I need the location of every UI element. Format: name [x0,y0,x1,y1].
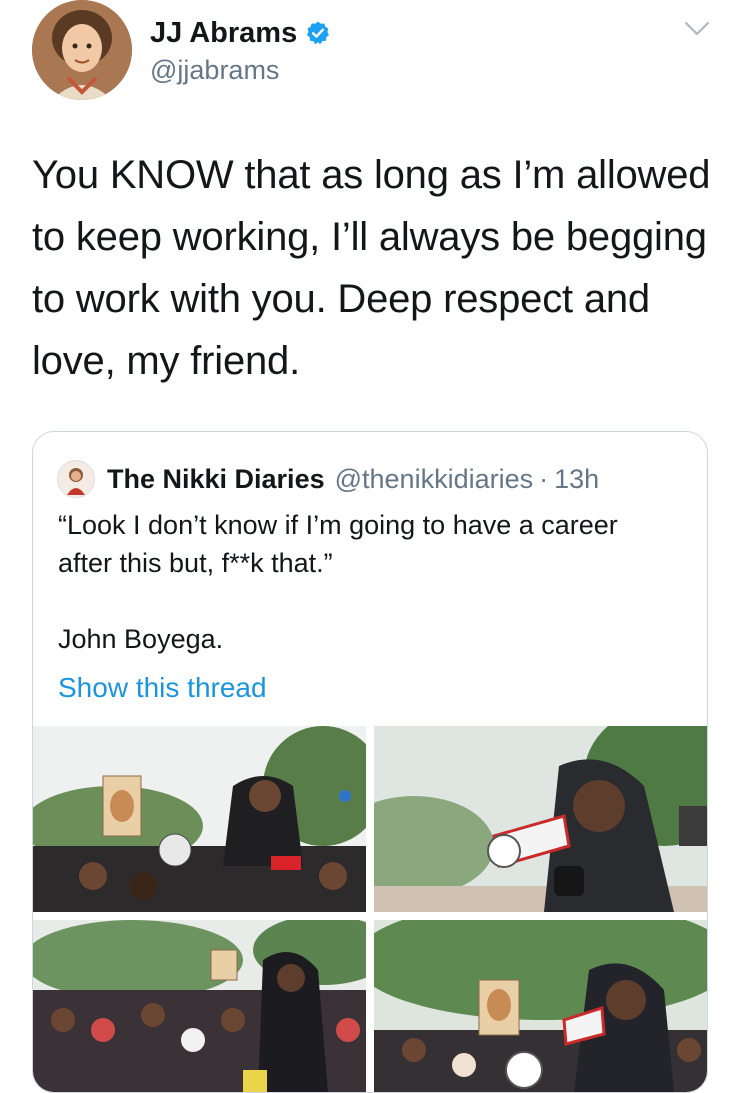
quoted-tweet-media-grid [33,726,707,1092]
author-avatar[interactable] [32,0,132,100]
quoted-text-quote: “Look I don’t know if I’m going to have … [58,510,618,578]
quoted-tweet-time: 13h [554,463,600,494]
media-photo-3[interactable] [33,920,366,1092]
quoted-author-name: The Nikki Diaries [107,463,325,494]
verified-badge-icon [305,20,331,46]
quoted-author-handle: @thenikkidiaries [334,463,534,494]
author-name[interactable]: JJ Abrams [150,16,297,50]
tweet-text: You KNOW that as long as I’m allowed to … [32,153,711,383]
media-photo-4[interactable] [374,920,707,1092]
quoted-tweet-header: The Nikki Diaries @thenikkidiaries · 13h [57,460,599,498]
chevron-down-icon[interactable] [684,20,710,38]
media-photo-1[interactable] [33,726,366,912]
quoted-text-attribution: John Boyega. [58,624,224,654]
author-name-row: JJ Abrams [150,16,331,50]
quoted-tweet-card[interactable]: The Nikki Diaries @thenikkidiaries · 13h… [32,431,708,1093]
author-handle[interactable]: @jjabrams [150,53,331,87]
media-photo-2[interactable] [374,726,707,912]
show-thread-link[interactable]: Show this thread [58,672,267,704]
quoted-tweet-text: “Look I don’t know if I’m going to have … [58,506,678,658]
quoted-author-avatar [57,460,95,498]
tweet-author[interactable]: JJ Abrams @jjabrams [150,16,331,87]
header-separator: · [539,463,549,494]
